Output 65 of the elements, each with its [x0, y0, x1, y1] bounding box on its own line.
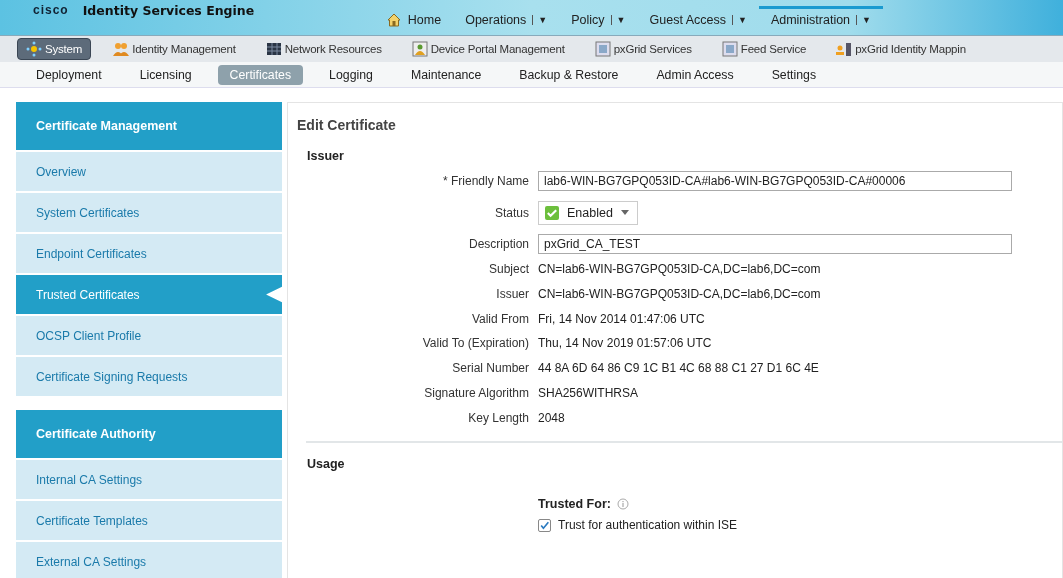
module-tab[interactable]: System — [17, 38, 92, 60]
sub-tab[interactable]: Admin Access — [644, 64, 746, 85]
sidebar-item[interactable]: OCSP Client Profile — [16, 316, 282, 355]
field-label: Status — [493, 205, 529, 220]
people-icon — [113, 41, 130, 57]
sidebar-item[interactable]: Certificate Templates — [16, 501, 282, 540]
product-title: Identity Services Engine — [82, 3, 255, 18]
field-value: CN=lab6-WIN-BG7GPQ053ID-CA,DC=lab6,DC=com — [538, 262, 821, 276]
field-label: Issuer — [495, 286, 529, 301]
field-value: Fri, 14 Nov 2014 01:47:06 UTC — [538, 311, 705, 326]
sub-tab[interactable]: Maintenance — [398, 64, 494, 85]
sidebar-item[interactable]: External CA Settings — [16, 542, 282, 578]
field-label: Valid To (Expiration) — [421, 336, 529, 351]
sidebar-section-header: Certificate Management — [16, 102, 282, 150]
trusted-for-label: Trusted For: — [538, 497, 611, 512]
sidebar-item[interactable]: Internal CA Settings — [16, 460, 282, 499]
sidebar-section-header: Certificate Authority — [16, 410, 282, 458]
window-icon — [594, 41, 611, 57]
text-field[interactable]: pxGrid_CA_TEST — [538, 234, 1012, 255]
module-tab[interactable]: pxGrid Identity Mappin — [828, 39, 974, 59]
field-label: Serial Number — [451, 361, 529, 376]
field-label: * Friendly Name — [441, 174, 529, 189]
field-label: Signature Algorithm — [423, 385, 529, 400]
house-icon — [385, 11, 402, 28]
field-label: Subject — [487, 262, 529, 276]
sidebar-item[interactable]: Endpoint Certificates — [16, 234, 282, 273]
field-value: CN=lab6-WIN-BG7GPQ053ID-CA,DC=lab6,DC=com — [538, 286, 821, 301]
field-label: Key Length — [467, 410, 529, 425]
module-tab[interactable]: Network Resources — [257, 39, 390, 59]
checkbox-label: Trust for authentication within ISE — [558, 518, 737, 533]
sidebar-item[interactable]: Certificate Signing Requests — [16, 357, 282, 396]
sub-tab[interactable]: Backup & Restore — [507, 64, 631, 85]
grid-icon — [265, 41, 282, 57]
top-nav-item[interactable]: Operations ▼ — [453, 6, 560, 35]
sidebar-item[interactable]: System Certificates — [16, 193, 282, 232]
field-value: SHA256WITHRSA — [538, 385, 639, 400]
sidebar-item[interactable]: Overview — [16, 152, 282, 191]
field-value: 44 8A 6D 64 86 C9 1C B1 4C 68 88 C1 27 D1 6C 4E — [538, 361, 819, 376]
sub-tab[interactable]: Logging — [317, 64, 385, 85]
status-dropdown[interactable]: Enabled — [538, 200, 638, 225]
cisco-logo: cisco — [33, 3, 69, 17]
top-nav-item[interactable]: Guest Access ▼ — [637, 6, 759, 35]
window-icon — [721, 41, 738, 57]
network-icon — [26, 41, 42, 57]
portal-icon — [411, 41, 428, 57]
sub-tab[interactable]: Settings — [759, 64, 829, 85]
field-value: Thu, 14 Nov 2019 01:57:06 UTC — [538, 336, 712, 351]
sub-tab[interactable]: Licensing — [127, 64, 204, 85]
user-server-icon — [836, 41, 853, 57]
module-tab[interactable]: Feed Service — [713, 39, 815, 59]
page-title: Edit Certificate — [297, 117, 397, 133]
field-label: Valid From — [470, 311, 529, 326]
top-nav-item[interactable]: Home — [373, 6, 454, 35]
module-tab[interactable]: pxGrid Services — [586, 39, 700, 59]
top-nav-item[interactable]: Policy ▼ — [559, 6, 638, 35]
checkbox[interactable] — [538, 518, 551, 532]
module-tab[interactable]: Device Portal Management — [403, 39, 573, 59]
text-field[interactable]: lab6-WIN-BG7GPQ053ID-CA#lab6-WIN-BG7GPQ053ID-CA#00006 — [538, 171, 1012, 192]
field-label: Description — [467, 237, 529, 252]
section-title: Issuer — [307, 149, 345, 163]
sub-tab[interactable]: Deployment — [24, 64, 114, 85]
module-tab[interactable]: Identity Management — [105, 39, 244, 59]
section-title: Usage — [307, 457, 346, 472]
field-value: 2048 — [538, 410, 565, 425]
caret-icon — [620, 210, 629, 216]
